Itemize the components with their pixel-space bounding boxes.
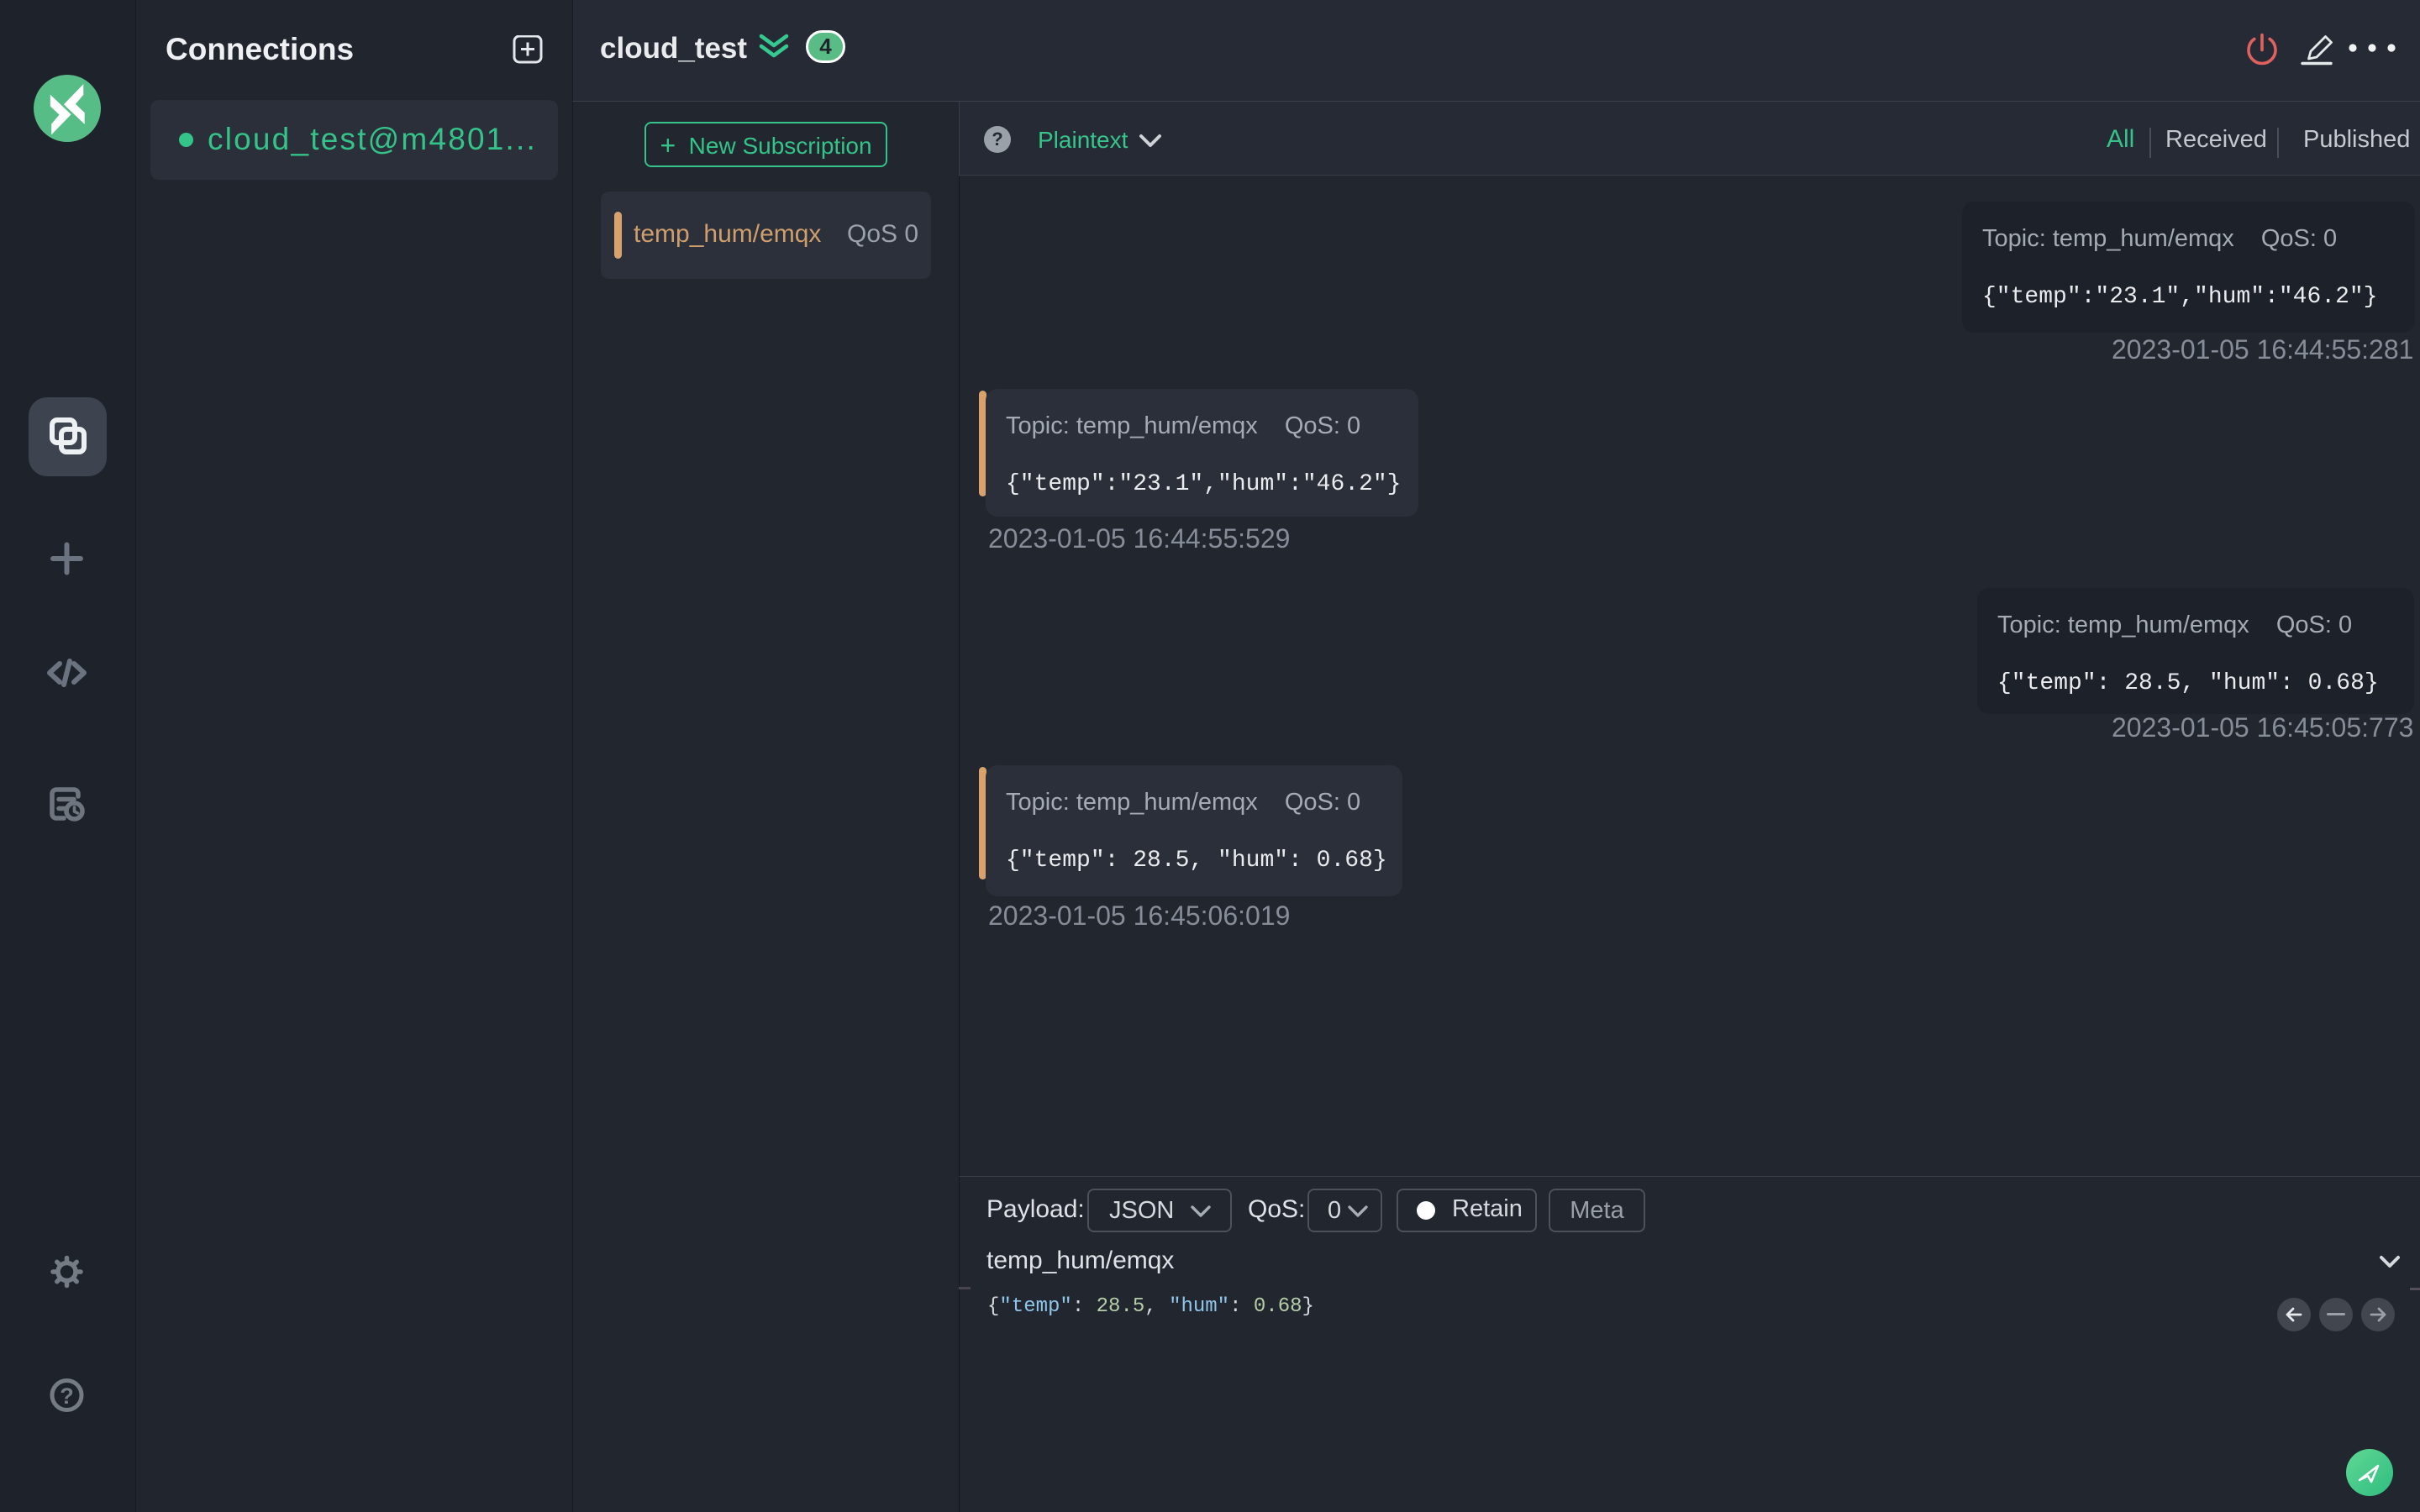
svg-text:?: ? bbox=[60, 1383, 74, 1409]
